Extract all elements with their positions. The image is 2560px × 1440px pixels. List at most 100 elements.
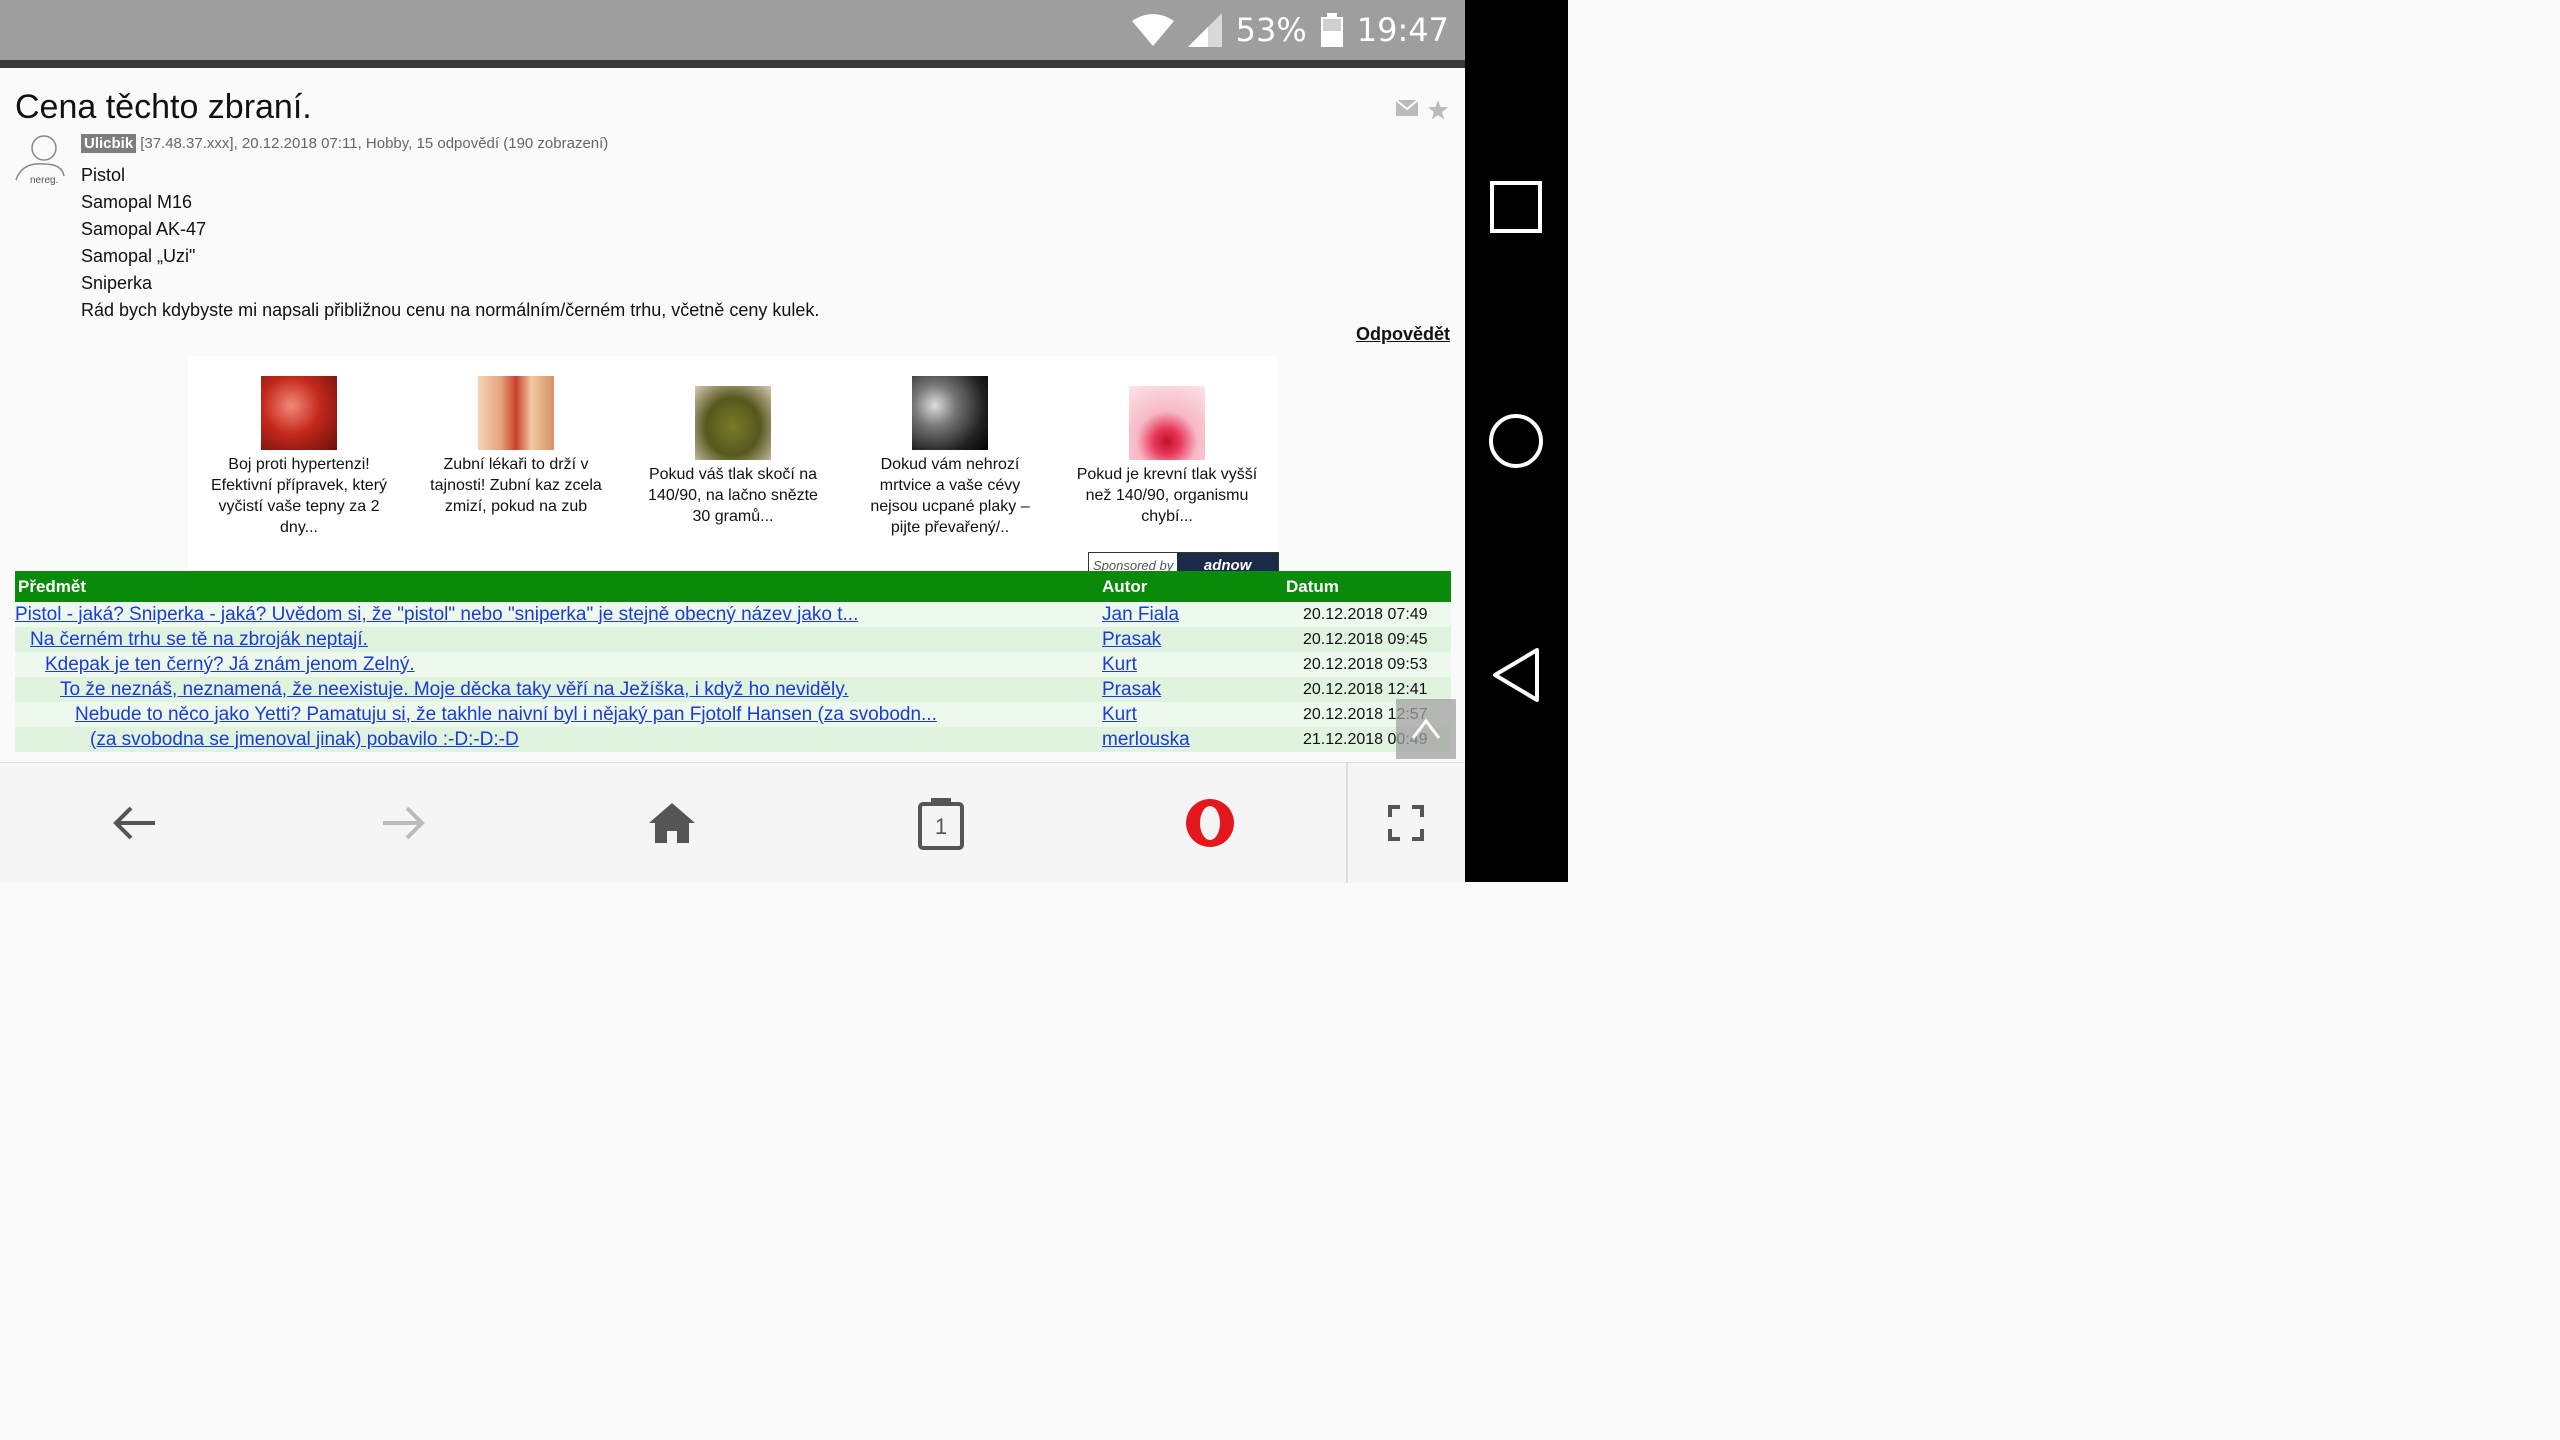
table-row: (za svobodna se jmenoval jinak) pobavilo… xyxy=(15,727,1451,752)
author-badge: Ulicbik xyxy=(81,134,137,153)
cell-signal-icon xyxy=(1187,13,1222,47)
thread-header: Předmět Autor Datum xyxy=(15,571,1451,602)
author-link[interactable]: merlouska xyxy=(1102,729,1190,750)
toolbar-progress-line xyxy=(0,60,1465,68)
status-icons: 53% 19:47 xyxy=(1131,8,1449,52)
home-nav-button[interactable] xyxy=(1487,412,1545,470)
ad-image[interactable] xyxy=(478,376,554,450)
subject-cell: Kdepak je ten černý? Já znám jenom Zelný… xyxy=(15,652,1099,677)
forward-button[interactable] xyxy=(373,793,433,853)
subject-link[interactable]: Nebude to něco jako Yetti? Pamatuju si, … xyxy=(75,704,937,725)
circle-icon xyxy=(1489,414,1543,468)
author-cell: Kurt xyxy=(1099,652,1283,677)
post-line: Rád bych kdybyste mi napsali přibližnou … xyxy=(81,300,820,320)
avatar-label: nereg. xyxy=(30,175,59,186)
ad-image[interactable] xyxy=(1129,386,1205,460)
author-cell: merlouska xyxy=(1099,727,1283,752)
post-meta: Ulicbik [37.48.37.xxx], 20.12.2018 07:11… xyxy=(81,134,608,153)
author-link[interactable]: Kurt xyxy=(1102,654,1137,675)
chevron-up-icon xyxy=(1411,718,1441,739)
mail-icon[interactable] xyxy=(1396,100,1418,116)
ad-item[interactable]: Pokud je krevní tlak vyšší než 140/90, o… xyxy=(1072,376,1262,527)
page-title: Cena těchto zbraní. xyxy=(15,88,312,126)
triangle-back-icon xyxy=(1493,648,1539,702)
post-line: Samopal M16 xyxy=(81,192,193,212)
post-line: Samopal „Uzi" xyxy=(81,246,196,266)
author-cell: Jan Fiala xyxy=(1099,602,1283,627)
android-nav-bar xyxy=(1465,0,1568,882)
author-header: Autor xyxy=(1099,571,1283,602)
ad-block: Boj proti hypertenzi! Efektivní příprave… xyxy=(188,356,1277,570)
thread-table: Předmět Autor Datum Pistol - jaká? Snipe… xyxy=(15,571,1451,752)
ad-image[interactable] xyxy=(912,376,988,450)
table-row: To že neznáš, neznamená, že neexistuje. … xyxy=(15,677,1451,702)
post-body: Pistol Samopal M16 Samopal AK-47 Samopal… xyxy=(81,162,819,324)
date-cell: 20.12.2018 09:53 xyxy=(1283,652,1451,677)
fullscreen-icon xyxy=(1388,805,1424,841)
post-actions xyxy=(1396,100,1448,120)
ad-text[interactable]: Dokud vám nehrozí mrtvice a vaše cévy ne… xyxy=(855,454,1045,538)
post-meta-text: [37.48.37.xxx], 20.12.2018 07:11, Hobby,… xyxy=(140,135,609,152)
opera-logo-icon xyxy=(1186,799,1234,847)
web-page: Cena těchto zbraní. nereg. Ulicbik [37.4… xyxy=(0,68,1465,762)
post-line: Samopal AK-47 xyxy=(81,219,207,239)
ad-image[interactable] xyxy=(261,376,337,450)
tabs-button[interactable]: 1 xyxy=(911,793,971,853)
table-row: Nebude to něco jako Yetti? Pamatuju si, … xyxy=(15,702,1451,727)
scroll-to-top-button[interactable] xyxy=(1396,699,1456,759)
fullscreen-button[interactable] xyxy=(1376,793,1436,853)
ad-text[interactable]: Pokud je krevní tlak vyšší než 140/90, o… xyxy=(1072,464,1262,527)
back-nav-button[interactable] xyxy=(1487,646,1545,704)
browser-toolbar: 1 xyxy=(0,762,1465,883)
home-icon xyxy=(649,803,695,843)
subject-link[interactable]: Na černém trhu se tě na zbroják neptají. xyxy=(30,629,368,650)
arrow-left-icon xyxy=(113,806,155,840)
wifi-icon xyxy=(1131,14,1174,46)
battery-icon xyxy=(1320,13,1343,47)
post-line: Pistol xyxy=(81,165,126,185)
subject-link[interactable]: To že neznáš, neznamená, že neexistuje. … xyxy=(60,679,849,700)
subject-header: Předmět xyxy=(15,571,1099,602)
author-link[interactable]: Prasak xyxy=(1102,629,1161,650)
date-cell: 20.12.2018 09:45 xyxy=(1283,627,1451,652)
star-icon[interactable] xyxy=(1428,100,1448,120)
author-cell: Kurt xyxy=(1099,702,1283,727)
subject-cell: Nebude to něco jako Yetti? Pamatuju si, … xyxy=(15,702,1099,727)
home-button[interactable] xyxy=(642,793,702,853)
table-row: Na černém trhu se tě na zbroják neptají.… xyxy=(15,627,1451,652)
square-icon xyxy=(1490,181,1542,233)
ad-item[interactable]: Pokud váš tlak skočí na 140/90, na lačno… xyxy=(638,376,828,527)
table-row: Kdepak je ten černý? Já znám jenom Zelný… xyxy=(15,652,1451,677)
subject-link[interactable]: Kdepak je ten černý? Já znám jenom Zelný… xyxy=(45,654,415,675)
ad-item[interactable]: Boj proti hypertenzi! Efektivní příprave… xyxy=(204,376,394,538)
subject-link[interactable]: Pistol - jaká? Sniperka - jaká? Uvědom s… xyxy=(15,604,858,625)
date-header: Datum xyxy=(1283,571,1451,602)
subject-cell: (za svobodna se jmenoval jinak) pobavilo… xyxy=(15,727,1099,752)
author-cell: Prasak xyxy=(1099,677,1283,702)
status-bar: 53% 19:47 xyxy=(0,0,1465,68)
author-link[interactable]: Jan Fiala xyxy=(1102,604,1179,625)
subject-cell: To že neznáš, neznamená, že neexistuje. … xyxy=(15,677,1099,702)
ad-image[interactable] xyxy=(695,386,771,460)
ad-text[interactable]: Boj proti hypertenzi! Efektivní příprave… xyxy=(204,454,394,538)
author-link[interactable]: Kurt xyxy=(1102,704,1137,725)
back-button[interactable] xyxy=(105,793,165,853)
clock: 19:47 xyxy=(1356,11,1449,49)
reply-link[interactable]: Odpovědět xyxy=(1356,324,1450,345)
date-cell: 20.12.2018 07:49 xyxy=(1283,602,1451,627)
toolbar-separator xyxy=(1346,763,1348,883)
subject-cell: Na černém trhu se tě na zbroják neptají. xyxy=(15,627,1099,652)
ad-item[interactable]: Dokud vám nehrozí mrtvice a vaše cévy ne… xyxy=(855,376,1045,538)
tab-count: 1 xyxy=(934,814,948,839)
author-link[interactable]: Prasak xyxy=(1102,679,1161,700)
battery-percent: 53% xyxy=(1235,11,1307,49)
subject-link[interactable]: (za svobodna se jmenoval jinak) pobavilo… xyxy=(90,729,519,750)
post-line: Sniperka xyxy=(81,273,153,293)
ad-text[interactable]: Pokud váš tlak skočí na 140/90, na lačno… xyxy=(638,464,828,527)
recents-button[interactable] xyxy=(1487,178,1545,236)
table-row: Pistol - jaká? Sniperka - jaká? Uvědom s… xyxy=(15,602,1451,627)
opera-menu-button[interactable] xyxy=(1180,793,1240,853)
arrow-right-icon xyxy=(383,806,425,840)
ad-item[interactable]: Zubní lékaři to drží v tajnosti! Zubní k… xyxy=(421,376,611,517)
ad-text[interactable]: Zubní lékaři to drží v tajnosti! Zubní k… xyxy=(421,454,611,517)
